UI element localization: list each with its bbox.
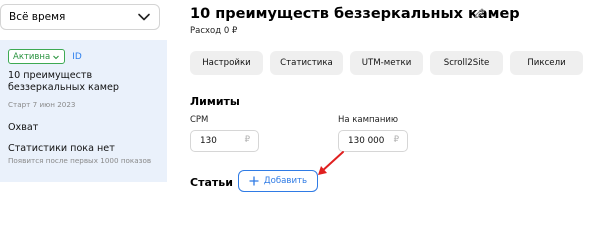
add-article-button[interactable]: Добавить (238, 170, 318, 192)
period-select[interactable]: Всё время (0, 4, 160, 30)
tab-scroll2site[interactable]: Scroll2Site (430, 51, 503, 75)
currency-sign: ₽ (393, 135, 399, 145)
campaign-limit-label: На кампанию (338, 115, 399, 125)
campaign-card[interactable]: Активна ID 10 преимуществ беззеркальных … (0, 40, 167, 182)
currency-sign: ₽ (244, 135, 250, 145)
pencil-icon[interactable] (473, 7, 486, 20)
tab-statistics[interactable]: Статистика (270, 51, 343, 75)
limits-heading: Лимиты (190, 95, 240, 108)
cpm-value: 130 (200, 136, 217, 146)
chevron-down-icon (138, 13, 150, 21)
plus-icon (249, 176, 259, 186)
sidebar: Всё время Активна ID 10 преимуществ безз… (0, 0, 168, 204)
articles-heading: Статьи (190, 176, 233, 189)
id-link[interactable]: ID (72, 52, 82, 62)
page-title: 10 преимуществ беззеркальных камер (190, 6, 520, 22)
cpm-field[interactable]: 130 ₽ (190, 130, 259, 152)
stats-empty-label: Статистики пока нет (8, 143, 115, 154)
arrow-annotation (318, 151, 344, 175)
campaign-limit-field[interactable]: 130 000 ₽ (338, 130, 408, 152)
chevron-down-icon (53, 55, 60, 59)
tab-utm[interactable]: UTM-метки (350, 51, 423, 75)
tab-settings[interactable]: Настройки (190, 51, 263, 75)
period-select-label: Всё время (9, 11, 66, 23)
stats-empty-hint: Появится после первых 1000 показов (8, 156, 152, 165)
campaign-limit-value: 130 000 (348, 136, 385, 146)
spend-text: Расход 0 ₽ (190, 26, 238, 36)
cpm-label: CPM (190, 115, 209, 125)
add-article-label: Добавить (263, 176, 308, 186)
campaign-title: 10 преимуществ беззеркальных камер (8, 70, 119, 93)
status-badge[interactable]: Активна (8, 49, 66, 64)
reach-label: Охват (8, 122, 39, 133)
status-badge-label: Активна (13, 51, 51, 62)
campaign-start-date: Старт 7 июн 2023 (8, 100, 76, 109)
tab-pixels[interactable]: Пиксели (510, 51, 583, 75)
